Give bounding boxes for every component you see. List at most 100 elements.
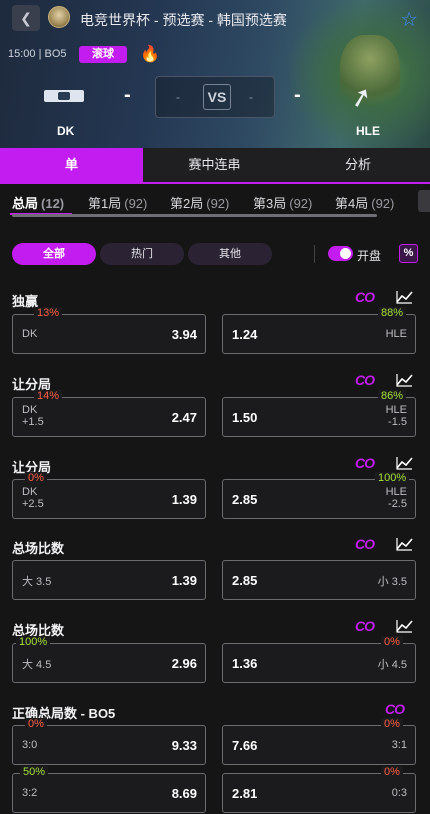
game-tab-label: 第3局 xyxy=(253,196,287,211)
handicap-line: -2.5 xyxy=(388,498,407,510)
fire-icon: 🔥 xyxy=(140,46,160,63)
odds-value: 2.96 xyxy=(171,656,197,671)
odds-value: 2.81 xyxy=(232,786,258,801)
tab-single[interactable]: 单 xyxy=(0,148,143,182)
odds-button[interactable]: 1.24 HLE xyxy=(222,314,416,354)
score-right: - xyxy=(294,84,301,106)
selection-label: 3:1 xyxy=(391,739,407,751)
odds-value: 9.33 xyxy=(171,738,197,753)
selection-label: HLE xyxy=(385,328,407,340)
bet-percent: 100% xyxy=(16,636,51,648)
odds-value: 8.69 xyxy=(171,786,197,801)
odds-value: 3.94 xyxy=(171,327,197,342)
odds-button[interactable]: 大 4.5 2.96 xyxy=(12,643,206,683)
selection-label: 小 3.5 xyxy=(377,576,407,588)
odds-button[interactable]: DK +2.5 1.39 xyxy=(12,479,206,519)
game-tab-label: 总局 xyxy=(12,196,39,211)
main-tabs: 单 赛中连串 分析 xyxy=(0,148,430,184)
selection-label: HLE xyxy=(385,486,407,498)
game-tab-2[interactable]: 第2局 (92) xyxy=(170,193,229,212)
handicap-line: -1.5 xyxy=(388,416,407,428)
vs-left-sub: - xyxy=(176,90,180,104)
selection-label: DK xyxy=(22,404,38,416)
odds-button[interactable]: 1.36 小 4.5 xyxy=(222,643,416,683)
odds-button[interactable]: 1.50 HLE -1.5 xyxy=(222,397,416,437)
tab-in-play-parlay[interactable]: 赛中连串 xyxy=(143,148,286,182)
filter-divider xyxy=(314,245,315,263)
odds-button[interactable]: 7.66 3:1 xyxy=(222,725,416,765)
odds-value: 1.24 xyxy=(232,327,258,342)
odds-button[interactable]: 2.85 小 3.5 xyxy=(222,560,416,600)
game-tab-1[interactable]: 第1局 (92) xyxy=(88,193,147,212)
percent-icon[interactable]: % xyxy=(399,244,418,263)
bet-percent: 0% xyxy=(381,718,403,730)
game-tab-count: (12) xyxy=(41,196,65,211)
match-header: ❮ 电竞世界杯 - 预选赛 - 韩国预选赛 ☆ 15:00 | BO5 滚球 🔥… xyxy=(0,0,430,148)
handicap-line: +2.5 xyxy=(22,498,44,510)
league-title: 电竞世界杯 - 预选赛 - 韩国预选赛 xyxy=(80,12,287,28)
bet-percent: 0% xyxy=(381,636,403,648)
trend-chart-icon[interactable] xyxy=(396,290,413,304)
game-tab-3[interactable]: 第3局 (92) xyxy=(253,193,312,212)
selection-label: 3:2 xyxy=(22,787,38,799)
odds-button[interactable]: DK +1.5 2.47 xyxy=(12,397,206,437)
co-logo: CO xyxy=(385,701,405,717)
open-market-toggle[interactable] xyxy=(328,246,353,261)
bet-percent: 0% xyxy=(25,472,47,484)
co-logo: CO xyxy=(355,618,375,634)
odds-button[interactable]: 大 3.5 1.39 xyxy=(12,560,206,600)
bet-percent: 100% xyxy=(375,472,410,484)
vs-label: VS xyxy=(203,84,231,110)
co-logo: CO xyxy=(355,372,375,388)
score-left: - xyxy=(124,84,131,106)
odds-value: 1.36 xyxy=(232,656,258,671)
bet-percent: 13% xyxy=(34,307,63,319)
bet-percent: 50% xyxy=(20,766,49,778)
vs-right-sub: - xyxy=(249,90,253,104)
tabs-scrollbar[interactable] xyxy=(12,214,377,217)
game-tab-label: 第4局 xyxy=(335,196,369,211)
tabs-scroll-more[interactable] xyxy=(418,190,430,212)
toggle-knob xyxy=(340,248,351,259)
trend-chart-icon[interactable] xyxy=(396,619,413,633)
selection-label: DK xyxy=(22,328,38,340)
selection-label: 大 4.5 xyxy=(22,659,52,671)
game-tab-4[interactable]: 第4局 (92) xyxy=(335,193,394,212)
odds-value: 1.39 xyxy=(171,573,197,588)
filter-all[interactable]: 全部 xyxy=(12,243,96,265)
odds-button[interactable]: 3:2 8.69 xyxy=(12,773,206,813)
game-tab-label: 第2局 xyxy=(170,196,204,211)
trend-chart-icon[interactable] xyxy=(396,456,413,470)
team-left-name: DK xyxy=(57,124,75,138)
odds-button[interactable]: 2.81 0:3 xyxy=(222,773,416,813)
game-tab-label: 第1局 xyxy=(88,196,122,211)
bet-percent: 14% xyxy=(34,390,63,402)
filter-other[interactable]: 其他 xyxy=(188,243,272,265)
selection-label: DK xyxy=(22,486,38,498)
selection-label: HLE xyxy=(385,404,407,416)
co-logo: CO xyxy=(355,455,375,471)
odds-button[interactable]: DK 3.94 xyxy=(12,314,206,354)
back-button[interactable]: ❮ xyxy=(12,5,40,31)
filter-hot[interactable]: 热门 xyxy=(100,243,184,265)
top-bar: ❮ 电竞世界杯 - 预选赛 - 韩国预选赛 ☆ xyxy=(0,0,430,36)
odds-value: 1.39 xyxy=(171,492,197,507)
trend-chart-icon[interactable] xyxy=(396,537,413,551)
odds-value: 7.66 xyxy=(232,738,258,753)
bet-percent: 86% xyxy=(378,390,407,402)
game-tab-count: (92) xyxy=(289,196,313,211)
market-title: 总场比数 xyxy=(12,541,65,556)
toggle-label: 开盘 xyxy=(357,249,382,263)
selection-label: 小 4.5 xyxy=(377,659,407,671)
bet-percent: 0% xyxy=(25,718,47,730)
game-tab-count: (92) xyxy=(371,196,395,211)
handicap-line: +1.5 xyxy=(22,416,44,428)
game-tab-overall[interactable]: 总局 (12) xyxy=(12,193,64,212)
odds-button[interactable]: 2.85 HLE -2.5 xyxy=(222,479,416,519)
odds-button[interactable]: 3:0 9.33 xyxy=(12,725,206,765)
favorite-star-icon[interactable]: ☆ xyxy=(400,7,418,32)
tab-analysis[interactable]: 分析 xyxy=(286,148,430,182)
bet-percent: 0% xyxy=(381,766,403,778)
odds-value: 2.47 xyxy=(171,410,197,425)
trend-chart-icon[interactable] xyxy=(396,373,413,387)
